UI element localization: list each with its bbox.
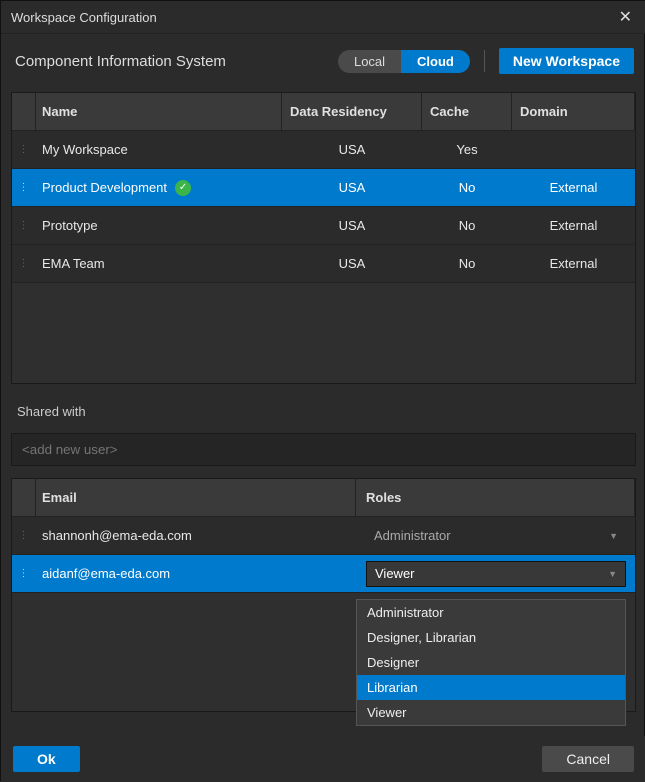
workspace-cache: No — [422, 180, 512, 195]
new-workspace-button[interactable]: New Workspace — [499, 48, 634, 74]
workspace-residency: USA — [282, 180, 422, 195]
workspace-cache: No — [422, 256, 512, 271]
drag-handle-icon[interactable]: ⋮ — [12, 258, 36, 269]
role-select[interactable]: Administrator ▼ — [366, 523, 626, 549]
toggle-local[interactable]: Local — [338, 50, 401, 73]
share-row[interactable]: ⋮aidanf@ema-eda.comViewer▼AdministratorD… — [12, 555, 635, 593]
workspace-domain: External — [512, 180, 635, 195]
drag-handle-icon[interactable]: ⋮ — [12, 220, 36, 231]
col-name[interactable]: Name — [36, 93, 282, 130]
workspace-cache: No — [422, 218, 512, 233]
role-value: Administrator — [374, 528, 451, 543]
workspace-name: EMA Team — [42, 256, 105, 271]
location-toggle: Local Cloud — [338, 50, 470, 73]
window-title: Workspace Configuration — [11, 10, 157, 25]
workspace-row[interactable]: ⋮ My Workspace USAYes — [12, 131, 635, 169]
workspace-cache: Yes — [422, 142, 512, 157]
col-residency[interactable]: Data Residency — [282, 93, 422, 130]
subtitle: Component Information System — [15, 53, 226, 70]
workspace-domain: External — [512, 218, 635, 233]
workspace-domain: External — [512, 256, 635, 271]
share-email: shannonh@ema-eda.com — [36, 528, 356, 543]
chevron-down-icon: ▼ — [609, 531, 618, 541]
role-option[interactable]: Librarian — [357, 675, 625, 700]
share-row[interactable]: ⋮shannonh@ema-eda.com Administrator ▼ — [12, 517, 635, 555]
dialog-footer: Ok Cancel — [1, 736, 645, 782]
workspace-residency: USA — [282, 256, 422, 271]
role-dropdown: AdministratorDesigner, LibrarianDesigner… — [356, 599, 626, 726]
verified-icon: ✓ — [175, 180, 191, 196]
toggle-cloud[interactable]: Cloud — [401, 50, 470, 73]
col-roles[interactable]: Roles — [356, 479, 635, 516]
role-option[interactable]: Designer — [357, 650, 625, 675]
role-option[interactable]: Designer, Librarian — [357, 625, 625, 650]
role-cell: Administrator ▼ — [356, 523, 635, 549]
col-cache[interactable]: Cache — [422, 93, 512, 130]
workspace-name: My Workspace — [42, 142, 128, 157]
drag-handle-icon[interactable]: ⋮ — [12, 144, 36, 155]
drag-handle-icon[interactable]: ⋮ — [12, 568, 36, 579]
cancel-button[interactable]: Cancel — [542, 746, 634, 772]
col-email[interactable]: Email — [36, 479, 356, 516]
workspace-residency: USA — [282, 218, 422, 233]
role-option[interactable]: Administrator — [357, 600, 625, 625]
divider — [484, 50, 485, 72]
workspace-row[interactable]: ⋮ EMA Team USANoExternal — [12, 245, 635, 283]
titlebar: Workspace Configuration ✕ — [1, 1, 645, 34]
workspace-name: Prototype — [42, 218, 98, 233]
workspace-name: Product Development — [42, 180, 167, 195]
drag-handle-icon[interactable]: ⋮ — [12, 530, 36, 541]
toolbar: Component Information System Local Cloud… — [1, 34, 645, 88]
share-email: aidanf@ema-eda.com — [36, 566, 356, 581]
workspace-table: Name Data Residency Cache Domain ⋮ My Wor… — [11, 92, 636, 384]
share-table: Email Roles ⋮shannonh@ema-eda.comAdminis… — [11, 478, 636, 712]
close-icon[interactable]: ✕ — [615, 7, 636, 27]
add-user-input[interactable] — [11, 433, 636, 466]
workspace-table-header: Name Data Residency Cache Domain — [12, 93, 635, 131]
chevron-down-icon: ▼ — [608, 569, 617, 579]
workspace-row[interactable]: ⋮ Product Development ✓ USANoExternal — [12, 169, 635, 207]
role-select[interactable]: Viewer ▼ — [366, 561, 626, 587]
share-table-header: Email Roles — [12, 479, 635, 517]
role-option[interactable]: Viewer — [357, 700, 625, 725]
workspace-row[interactable]: ⋮ Prototype USANoExternal — [12, 207, 635, 245]
workspace-residency: USA — [282, 142, 422, 157]
ok-button[interactable]: Ok — [13, 746, 80, 772]
role-value: Viewer — [375, 566, 415, 581]
role-cell: Viewer▼AdministratorDesigner, LibrarianD… — [356, 561, 635, 587]
drag-handle-icon[interactable]: ⋮ — [12, 182, 36, 193]
shared-with-label: Shared with — [17, 404, 630, 419]
col-domain[interactable]: Domain — [512, 93, 635, 130]
